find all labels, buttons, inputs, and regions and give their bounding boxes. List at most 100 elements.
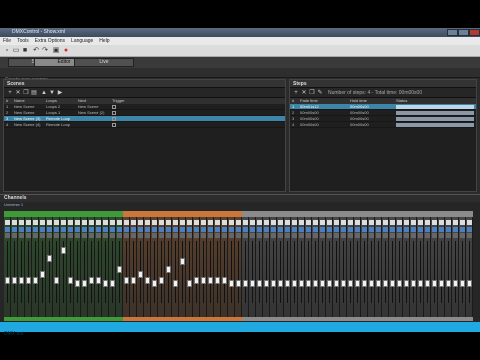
channel-button[interactable] — [61, 233, 66, 238]
channel-button[interactable] — [334, 220, 339, 225]
channel-button[interactable] — [194, 220, 199, 225]
channel-button[interactable] — [145, 227, 150, 232]
channel-button[interactable] — [82, 220, 87, 225]
fader-knob[interactable] — [75, 279, 80, 287]
channel-button[interactable] — [292, 227, 297, 232]
channel-button[interactable] — [404, 233, 409, 238]
trigger-checkbox[interactable] — [110, 104, 150, 109]
fader-knob[interactable] — [152, 279, 157, 287]
channel-button[interactable] — [341, 233, 346, 238]
fader-knob[interactable] — [383, 279, 388, 287]
fader-knob[interactable] — [355, 279, 360, 287]
fader-knob[interactable] — [278, 279, 283, 287]
channel-button[interactable] — [201, 233, 206, 238]
channel-button[interactable] — [243, 227, 248, 232]
fader-knob[interactable] — [264, 279, 269, 287]
tab-live[interactable]: Live — [74, 58, 134, 67]
fader-knob[interactable] — [12, 276, 17, 284]
fader-knob[interactable] — [124, 276, 129, 284]
channel-button[interactable] — [68, 233, 73, 238]
fader-knob[interactable] — [54, 276, 59, 284]
fader-knob[interactable] — [222, 276, 227, 284]
channel-button[interactable] — [12, 227, 17, 232]
channel-button[interactable] — [271, 227, 276, 232]
fader-knob[interactable] — [439, 279, 444, 287]
maximize-button[interactable] — [458, 29, 469, 36]
channel-button[interactable] — [320, 233, 325, 238]
channel-button[interactable] — [131, 227, 136, 232]
trigger-checkbox[interactable] — [110, 116, 150, 121]
channel-button[interactable] — [138, 233, 143, 238]
fader-knob[interactable] — [82, 279, 87, 287]
channel-button[interactable] — [376, 220, 381, 225]
add-step-icon[interactable]: + — [293, 90, 299, 96]
channel-button[interactable] — [467, 220, 472, 225]
fader-knob[interactable] — [208, 276, 213, 284]
channel-button[interactable] — [264, 227, 269, 232]
fader-knob[interactable] — [460, 279, 465, 287]
channel-button[interactable] — [152, 233, 157, 238]
channel-button[interactable] — [432, 227, 437, 232]
table-row[interactable]: 4 New Scene (4) Remote Loop — [4, 122, 285, 128]
channel-button[interactable] — [201, 220, 206, 225]
channel-button[interactable] — [166, 227, 171, 232]
channel-button[interactable] — [124, 227, 129, 232]
channel-button[interactable] — [19, 233, 24, 238]
channel-button[interactable] — [446, 227, 451, 232]
channel-button[interactable] — [5, 227, 10, 232]
channel-button[interactable] — [327, 227, 332, 232]
channel-button[interactable] — [446, 220, 451, 225]
fader-knob[interactable] — [250, 279, 255, 287]
channel-button[interactable] — [124, 233, 129, 238]
channel-button[interactable] — [75, 233, 80, 238]
channel-button[interactable] — [355, 220, 360, 225]
channel-button[interactable] — [68, 220, 73, 225]
fader-knob[interactable] — [411, 279, 416, 287]
channel-button[interactable] — [201, 227, 206, 232]
channel-button[interactable] — [54, 227, 59, 232]
channel-button[interactable] — [397, 233, 402, 238]
channel-button[interactable] — [278, 227, 283, 232]
table-row[interactable]: 4 00m00s00 00m00s00 — [290, 122, 476, 128]
fader-knob[interactable] — [418, 279, 423, 287]
channel-button[interactable] — [355, 233, 360, 238]
channel-button[interactable] — [229, 233, 234, 238]
delete-step-icon[interactable]: ✕ — [301, 90, 307, 96]
channel-button[interactable] — [68, 227, 73, 232]
channel-button[interactable] — [376, 233, 381, 238]
fader-knob[interactable] — [453, 279, 458, 287]
channel-button[interactable] — [110, 220, 115, 225]
channel-button[interactable] — [320, 227, 325, 232]
fader-knob[interactable] — [306, 279, 311, 287]
channel-button[interactable] — [12, 220, 17, 225]
channel-button[interactable] — [467, 227, 472, 232]
channel-button[interactable] — [12, 233, 17, 238]
channel-button[interactable] — [236, 233, 241, 238]
fader-knob[interactable] — [166, 265, 171, 273]
channel-button[interactable] — [257, 220, 262, 225]
channel-button[interactable] — [124, 220, 129, 225]
channel-button[interactable] — [96, 220, 101, 225]
channel-button[interactable] — [376, 227, 381, 232]
channel-button[interactable] — [306, 220, 311, 225]
channel-button[interactable] — [243, 233, 248, 238]
channel-button[interactable] — [145, 220, 150, 225]
channel-button[interactable] — [334, 227, 339, 232]
channel-button[interactable] — [271, 233, 276, 238]
channel-button[interactable] — [285, 233, 290, 238]
channel-button[interactable] — [418, 220, 423, 225]
trigger-checkbox[interactable] — [110, 122, 150, 127]
redo-icon[interactable]: ↷ — [41, 47, 49, 55]
channel-button[interactable] — [348, 220, 353, 225]
channel-button[interactable] — [89, 233, 94, 238]
channel-button[interactable] — [453, 227, 458, 232]
fader-knob[interactable] — [89, 276, 94, 284]
channel-button[interactable] — [369, 227, 374, 232]
channel-button[interactable] — [453, 220, 458, 225]
channel-button[interactable] — [166, 233, 171, 238]
channel-button[interactable] — [187, 227, 192, 232]
channel-button[interactable] — [40, 227, 45, 232]
window-icon[interactable]: ▣ — [52, 47, 60, 55]
universe-tab[interactable]: Universe 1 — [0, 202, 480, 208]
channel-button[interactable] — [54, 220, 59, 225]
